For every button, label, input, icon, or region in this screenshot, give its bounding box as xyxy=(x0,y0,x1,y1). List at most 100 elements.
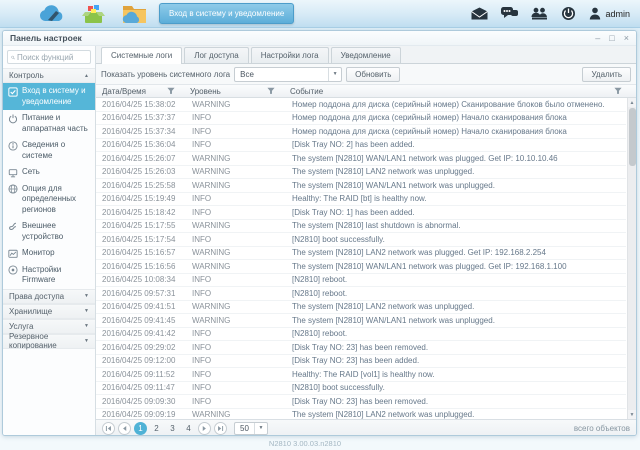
sidebar-items: Вход в систему и уведомление Питание и а… xyxy=(3,83,95,289)
cell-event: The system [N2810] WAN/LAN1 network was … xyxy=(292,315,495,325)
column-header-level[interactable]: Уровень xyxy=(184,87,284,96)
table-row[interactable]: 2016/04/25 15:18:42 INFO [Disk Tray NO: … xyxy=(96,206,626,220)
tab-log-settings[interactable]: Настройки лога xyxy=(250,47,329,63)
prev-page-button[interactable] xyxy=(118,421,131,435)
table-rows: 2016/04/25 15:38:02 WARNING Номер поддон… xyxy=(96,98,626,419)
next-page-button[interactable] xyxy=(198,421,211,435)
sidebar-item-login-notification[interactable]: Вход в систему и уведомление xyxy=(3,83,95,110)
globe-icon xyxy=(8,184,18,215)
mail-icon[interactable] xyxy=(471,7,489,20)
function-search[interactable] xyxy=(7,50,91,64)
log-toolbar: Показать уровень системного лога Все ▼ О… xyxy=(96,64,636,85)
vertical-scrollbar[interactable]: ▲ ▼ xyxy=(627,98,636,419)
table-row[interactable]: 2016/04/25 09:41:45 WARNING The system [… xyxy=(96,314,626,328)
table-row[interactable]: 2016/04/25 09:12:00 INFO [Disk Tray NO: … xyxy=(96,355,626,368)
scroll-up-icon[interactable]: ▲ xyxy=(628,98,636,107)
cloud-app-icon[interactable] xyxy=(38,4,65,23)
refresh-button[interactable]: Обновить xyxy=(346,66,401,82)
page-button-3[interactable]: 3 xyxy=(166,422,179,435)
column-header-datetime[interactable]: Дата/Время xyxy=(96,87,184,96)
scrollbar-thumb[interactable] xyxy=(629,108,636,166)
last-page-button[interactable] xyxy=(214,421,227,435)
minimize-button[interactable]: – xyxy=(595,33,600,43)
page-button-2[interactable]: 2 xyxy=(150,422,163,435)
sidebar-item-power-hardware[interactable]: Питание и аппаратная часть xyxy=(3,110,95,137)
sidebar-section-storage[interactable]: Хранилище ▼ xyxy=(3,303,95,319)
search-input[interactable] xyxy=(17,52,87,62)
table-row[interactable]: 2016/04/25 15:16:56 WARNING The system [… xyxy=(96,260,626,274)
tab-access-log[interactable]: Лог доступа xyxy=(184,47,249,63)
delete-button[interactable]: Удалить xyxy=(582,66,631,82)
cell-level: INFO xyxy=(192,288,212,298)
cell-level: INFO xyxy=(192,126,212,136)
table-row[interactable]: 2016/04/25 15:17:54 INFO [N2810] boot su… xyxy=(96,233,626,247)
cell-level: INFO xyxy=(192,113,212,123)
sidebar-item-firmware[interactable]: Настройки Firmware xyxy=(3,262,95,289)
cell-datetime: 2016/04/25 09:29:02 xyxy=(102,342,176,352)
filter-icon[interactable] xyxy=(267,87,275,95)
table-row[interactable]: 2016/04/25 09:57:31 INFO [N2810] reboot. xyxy=(96,287,626,301)
table-row[interactable]: 2016/04/25 09:29:02 INFO [Disk Tray NO: … xyxy=(96,341,626,355)
sidebar-item-system-info[interactable]: Сведения о системе xyxy=(3,137,95,164)
group-icon[interactable] xyxy=(531,7,548,20)
sidebar-section-access-rights[interactable]: Права доступа ▼ xyxy=(3,288,95,304)
cell-level: WARNING xyxy=(192,153,231,163)
sidebar-item-network[interactable]: Сеть xyxy=(3,164,95,181)
cell-event: Номер поддона для диска (серийный номер)… xyxy=(292,113,567,123)
sidebar-item-region-options[interactable]: Опция для определенных регионов xyxy=(3,181,95,219)
user-menu[interactable]: admin xyxy=(589,7,630,20)
table-row[interactable]: 2016/04/25 09:11:47 INFO [N2810] boot su… xyxy=(96,382,626,395)
chevron-down-icon: ▼ xyxy=(84,293,89,299)
close-button[interactable]: × xyxy=(624,33,629,43)
first-page-button[interactable] xyxy=(102,421,115,435)
table-row[interactable]: 2016/04/25 15:37:37 INFO Номер поддона д… xyxy=(96,112,626,125)
table-row[interactable]: 2016/04/25 15:26:07 WARNING The system [… xyxy=(96,152,626,166)
table-row[interactable]: 2016/04/25 15:16:57 WARNING The system [… xyxy=(96,247,626,260)
table-row[interactable]: 2016/04/25 15:37:34 INFO Номер поддона д… xyxy=(96,125,626,139)
filter-icon[interactable] xyxy=(167,87,175,95)
chat-icon[interactable] xyxy=(501,7,519,20)
cell-datetime: 2016/04/25 15:19:49 xyxy=(102,194,176,204)
sidebar-section-control[interactable]: Контроль ▲ xyxy=(3,68,95,83)
cell-event: The system [N2810] LAN2 network was unpl… xyxy=(292,302,475,312)
table-row[interactable]: 2016/04/25 15:25:58 WARNING The system [… xyxy=(96,179,626,193)
table-row[interactable]: 2016/04/25 09:41:42 INFO [N2810] reboot. xyxy=(96,328,626,341)
tab-system-logs[interactable]: Системные логи xyxy=(101,47,183,64)
table-row[interactable]: 2016/04/25 15:19:49 INFO Healthy: The RA… xyxy=(96,193,626,206)
table-row[interactable]: 2016/04/25 15:26:03 WARNING The system [… xyxy=(96,166,626,179)
table-row[interactable]: 2016/04/25 09:11:52 INFO Healthy: The RA… xyxy=(96,368,626,382)
search-icon xyxy=(11,55,15,59)
info-icon xyxy=(8,140,18,162)
cell-event: [Disk Tray NO: 23] has been removed. xyxy=(292,396,429,406)
sidebar-item-monitor[interactable]: Монитор xyxy=(3,245,95,262)
cell-datetime: 2016/04/25 15:16:56 xyxy=(102,261,176,271)
tab-notification[interactable]: Уведомление xyxy=(330,47,401,63)
sidebar: Контроль ▲ Вход в систему и уведомление … xyxy=(3,46,96,435)
page-button-4[interactable]: 4 xyxy=(182,422,195,435)
file-manager-icon[interactable] xyxy=(122,3,147,24)
table-row[interactable]: 2016/04/25 15:36:04 INFO [Disk Tray NO: … xyxy=(96,139,626,152)
table-row[interactable]: 2016/04/25 09:09:30 INFO [Disk Tray NO: … xyxy=(96,395,626,409)
page-size-select[interactable]: 50 ▼ xyxy=(234,421,268,435)
main-panel: Системные логи Лог доступа Настройки лог… xyxy=(96,46,636,435)
table-row[interactable]: 2016/04/25 15:38:02 WARNING Номер поддон… xyxy=(96,98,626,112)
scroll-down-icon[interactable]: ▼ xyxy=(628,410,636,419)
table-row[interactable]: 2016/04/25 15:17:55 WARNING The system [… xyxy=(96,220,626,233)
power-icon[interactable] xyxy=(561,6,576,21)
log-level-select[interactable]: Все ▼ xyxy=(234,66,343,82)
sidebar-section-backup[interactable]: Резервное копирование ▼ xyxy=(3,332,95,350)
filter-icon[interactable] xyxy=(614,87,622,95)
taskbar-active-task[interactable]: Вход в систему и уведомление xyxy=(159,3,295,24)
maximize-button[interactable]: □ xyxy=(609,33,614,43)
page-button-1[interactable]: 1 xyxy=(134,421,147,435)
cell-datetime: 2016/04/25 09:57:31 xyxy=(102,288,176,298)
app-center-icon[interactable] xyxy=(81,3,106,25)
login-notify-icon xyxy=(8,86,18,108)
table-row[interactable]: 2016/04/25 10:08:34 INFO [N2810] reboot. xyxy=(96,274,626,287)
pagination-bar: 1 2 3 4 50 ▼ всего объектов xyxy=(96,419,636,435)
table-row[interactable]: 2016/04/25 09:09:19 WARNING The system [… xyxy=(96,409,626,419)
cell-level: WARNING xyxy=(192,315,231,325)
table-row[interactable]: 2016/04/25 09:41:51 WARNING The system [… xyxy=(96,301,626,314)
column-header-event[interactable]: Событие xyxy=(284,87,636,96)
sidebar-item-external-device[interactable]: Внешнее устройство xyxy=(3,218,95,245)
